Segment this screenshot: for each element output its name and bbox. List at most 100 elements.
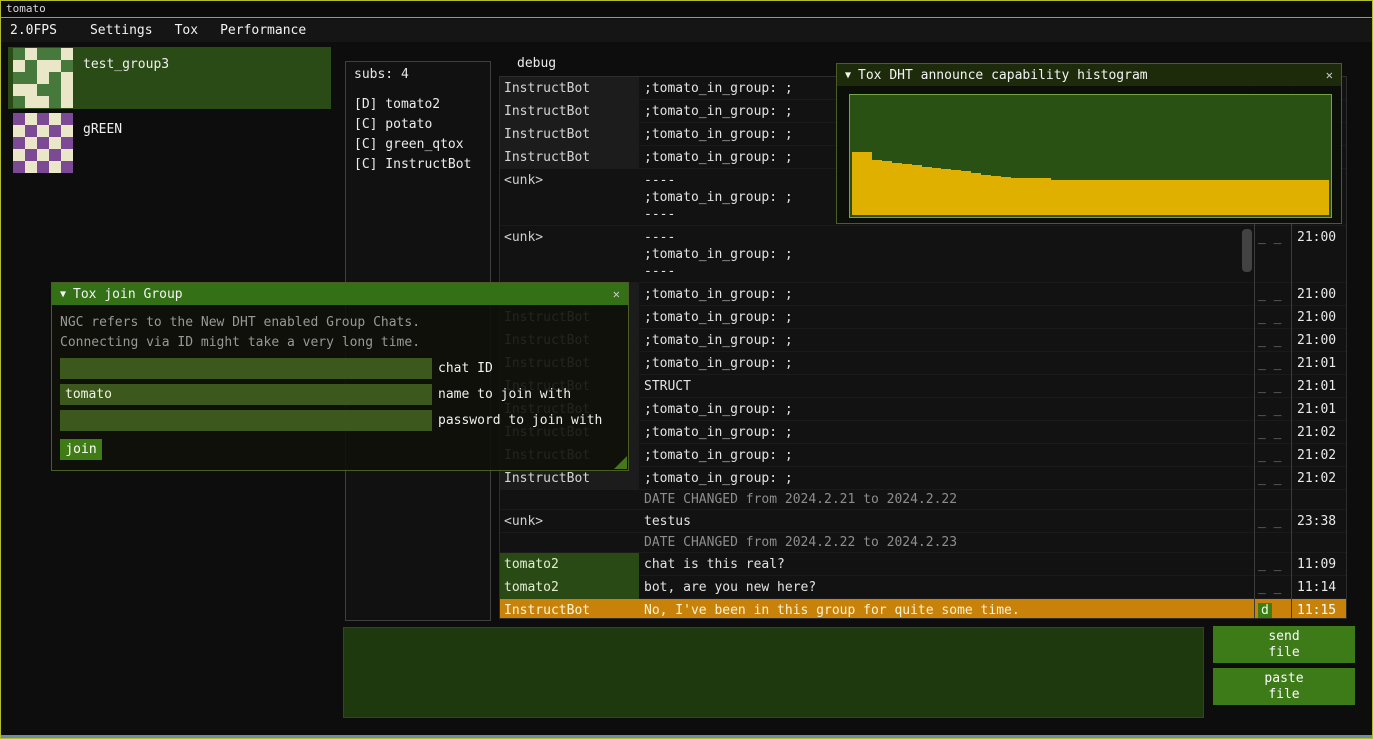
group-item-test_group3[interactable]: test_group3 [8,47,331,109]
message-flags [1254,533,1291,553]
message-time [1291,533,1346,553]
join-name-input[interactable] [60,384,432,405]
avatar-pixel [49,84,61,96]
avatar-pixel [61,84,73,96]
chat-message-row[interactable]: <unk>---- ;tomato_in_group: ; ----_ _21:… [500,226,1346,283]
message-text: chat is this real? [639,553,1254,576]
message-time: 21:02 [1291,444,1346,467]
avatar-pixel [49,125,61,137]
flag-text: _ _ [1258,580,1281,595]
member-item[interactable]: [C] green_qtox [354,135,490,155]
avatar-pixel [37,125,49,137]
message-flags: _ _ [1254,467,1291,490]
avatar-pixel [49,149,61,161]
avatar-pixel [25,161,37,173]
flag-text: _ _ [1258,448,1281,463]
histogram-bar [1190,180,1200,215]
avatar-pixel [25,96,37,108]
menu-item-performance[interactable]: Performance [209,20,317,41]
avatar-pixel [61,137,73,149]
message-flags: _ _ [1254,421,1291,444]
histogram-bar [1250,180,1260,215]
flag-text: _ _ [1258,379,1281,394]
collapse-arrow-icon[interactable]: ▼ [845,70,851,81]
flag-text: _ _ [1258,557,1281,572]
chat-message-row[interactable]: <unk>testus_ _23:38 [500,510,1346,533]
avatar-pixel [61,72,73,84]
group-name: gREEN [83,113,122,137]
histogram-bar [1160,180,1170,215]
message-time: 11:09 [1291,553,1346,576]
message-time: 21:00 [1291,306,1346,329]
join-button[interactable]: join [60,439,102,460]
chat-message-row[interactable]: InstructBotNo, I've been in this group f… [500,599,1346,619]
chat-message-row[interactable]: tomato2chat is this real?_ _11:09 [500,553,1346,576]
join-field-row: password to join with [60,410,620,431]
message-time: 11:14 [1291,576,1346,599]
flag-text: _ _ [1258,356,1281,371]
histogram-bar [951,170,961,215]
window-titlebar[interactable]: tomato [1,1,1372,18]
member-item[interactable]: [D] tomato2 [354,95,490,115]
flag-text: _ _ [1258,230,1281,245]
menubar: 2.0FPS SettingsToxPerformance [1,19,1372,42]
paste-file-button[interactable]: paste file [1213,668,1355,705]
avatar-pixel [61,48,73,60]
message-time: 23:38 [1291,510,1346,533]
histogram-plot [849,94,1332,218]
chat-scrollbar-thumb[interactable] [1242,229,1252,272]
message-time: 21:00 [1291,283,1346,306]
avatar-pixel [13,149,25,161]
group-item-gREEN[interactable]: gREEN [8,112,331,174]
histogram-bar [1200,180,1210,215]
histogram-bar [1140,180,1150,215]
message-flags: d [1254,599,1291,619]
chat-id-input[interactable] [60,358,432,379]
message-author: InstructBot [500,123,639,146]
histogram-bar [981,175,991,215]
close-icon[interactable]: ✕ [1326,68,1333,82]
chat-message-row[interactable]: tomato2bot, are you new here?_ _11:14 [500,576,1346,599]
collapse-arrow-icon[interactable]: ▼ [60,289,66,300]
message-text: ;tomato_in_group: ; [639,352,1254,375]
histogram-bar [1001,177,1011,215]
message-input[interactable] [343,627,1204,718]
histogram-bar [1269,180,1279,215]
avatar-pixel [37,60,49,72]
close-icon[interactable]: ✕ [613,287,620,301]
histogram-bar [1091,180,1101,215]
message-time: 21:02 [1291,467,1346,490]
avatar-pixel [13,48,25,60]
flag-text: _ _ [1258,425,1281,440]
message-time: 21:00 [1291,329,1346,352]
histogram-window-titlebar[interactable]: ▼ Tox DHT announce capability histogram … [837,64,1341,86]
send-file-button[interactable]: send file [1213,626,1355,663]
avatar-pixel [37,161,49,173]
menu-item-settings[interactable]: Settings [79,20,164,41]
join-window-titlebar[interactable]: ▼ Tox join Group ✕ [52,283,628,305]
histogram-bar [1011,178,1021,215]
avatar-pixel [37,72,49,84]
avatar-pixel [37,137,49,149]
histogram-bar [882,161,892,215]
group-avatar-icon [13,48,73,108]
member-item[interactable]: [C] potato [354,115,490,135]
message-time: 21:00 [1291,226,1346,283]
avatar-pixel [61,60,73,72]
histogram-bar [1180,180,1190,215]
avatar-pixel [37,149,49,161]
histogram-bar [1210,180,1220,215]
message-flags: _ _ [1254,283,1291,306]
flag-text: _ _ [1258,471,1281,486]
avatar-pixel [49,113,61,125]
avatar-pixel [25,113,37,125]
menu-item-tox[interactable]: Tox [164,20,209,41]
member-item[interactable]: [C] InstructBot [354,155,490,175]
resize-grip-icon[interactable] [614,456,627,469]
flag-text: _ _ [1258,333,1281,348]
histogram-bar [1309,180,1319,215]
histogram-window-title: Tox DHT announce capability histogram [858,68,1148,83]
message-time: 21:02 [1291,421,1346,444]
join-password-input[interactable] [60,410,432,431]
avatar-pixel [13,96,25,108]
